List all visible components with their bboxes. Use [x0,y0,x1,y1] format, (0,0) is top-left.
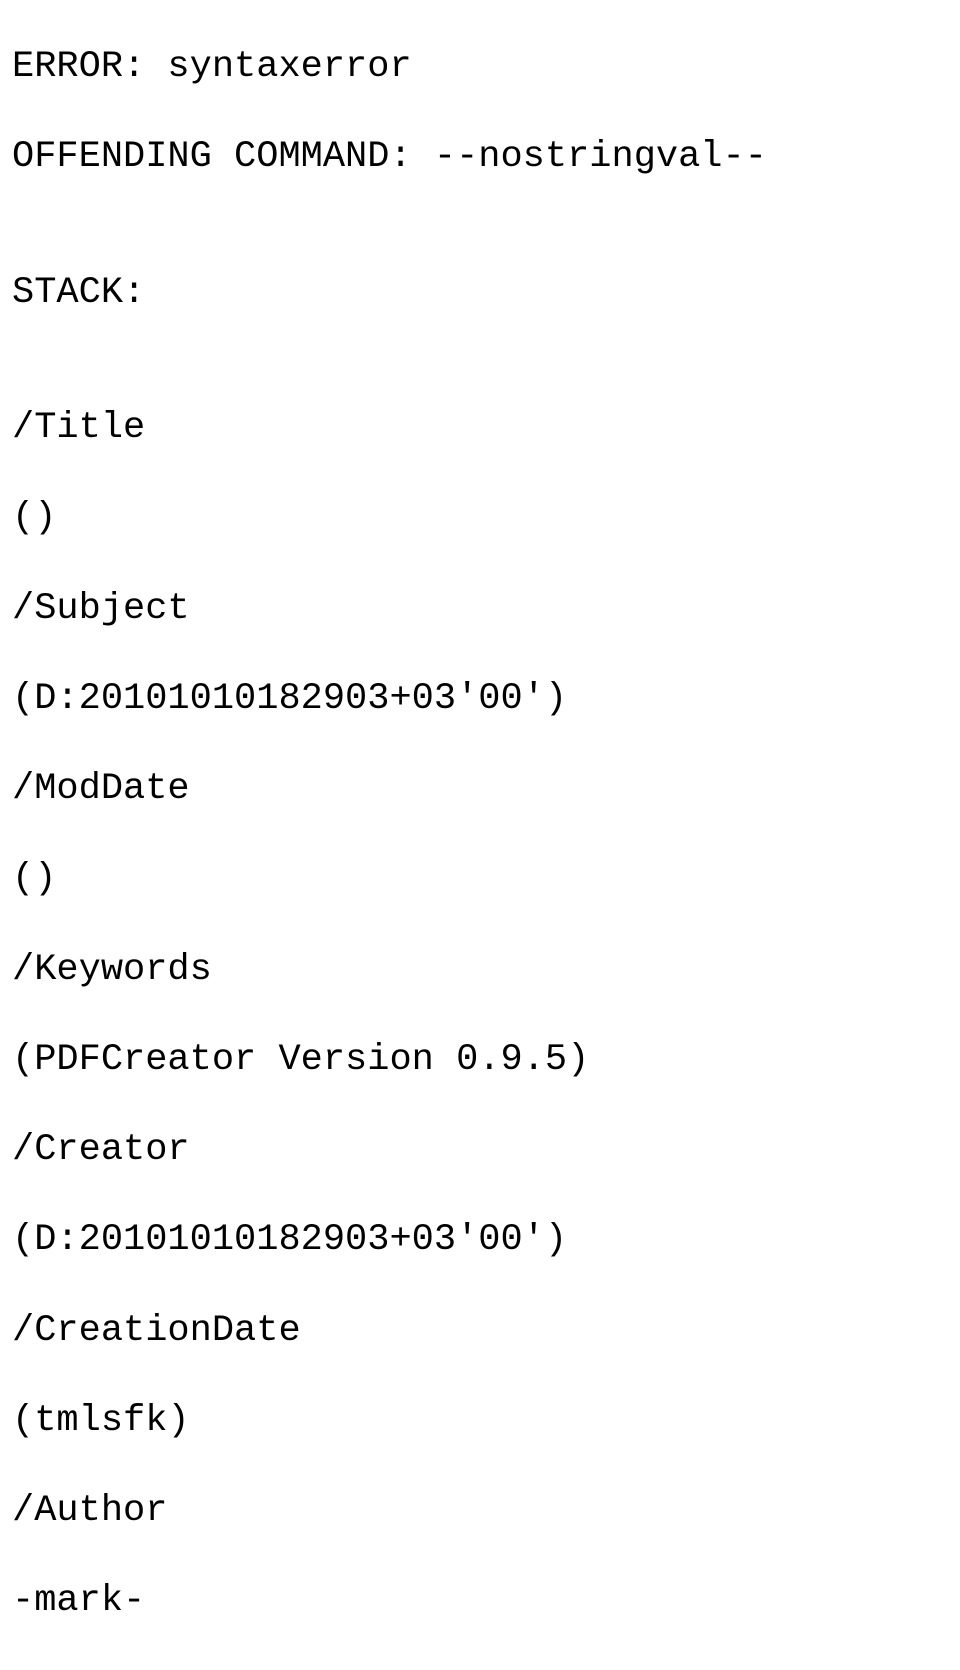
stack-item-pdfcreator-string: (PDFCreator Version 0.9.5) [12,1038,948,1083]
stack-item-tmlsfk-string: (tmlsfk) [12,1399,948,1444]
error-dump: ERROR: syntaxerror OFFENDING COMMAND: --… [0,0,960,1670]
stack-item-subject-key: /Subject [12,587,948,632]
stack-item-creationdate-key: /CreationDate [12,1309,948,1354]
stack-header: STACK: [12,271,948,316]
stack-item-author-key: /Author [12,1489,948,1534]
stack-item-date-string: (D:20101010182903+03'00') [12,1218,948,1263]
stack-item-empty-string: () [12,857,948,902]
stack-item-keywords-key: /Keywords [12,948,948,993]
stack-item-moddate-key: /ModDate [12,767,948,812]
error-line: ERROR: syntaxerror [12,45,948,90]
stack-item-date-string: (D:20101010182903+03'00') [12,677,948,722]
stack-item-title-key: /Title [12,406,948,451]
stack-item-mark: -mark- [12,1579,948,1624]
stack-item-empty-string: () [12,496,948,541]
stack-item-creator-key: /Creator [12,1128,948,1173]
offending-command-line: OFFENDING COMMAND: --nostringval-- [12,135,948,180]
